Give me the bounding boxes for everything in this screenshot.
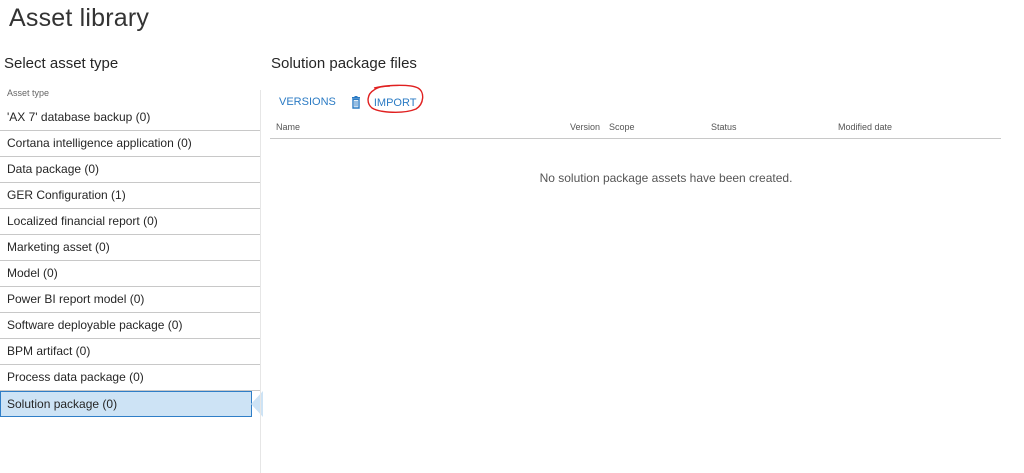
column-header-name[interactable]: Name [276, 122, 300, 132]
empty-state-message: No solution package assets have been cre… [539, 171, 793, 185]
asset-type-column-header: Asset type [7, 88, 50, 98]
solution-package-files-heading: Solution package files [271, 55, 417, 72]
column-header-status[interactable]: Status [711, 122, 737, 132]
asset-type-item[interactable]: Model (0) [0, 261, 260, 287]
column-header-version[interactable]: Version [570, 122, 600, 132]
asset-type-item[interactable]: Marketing asset (0) [0, 235, 260, 261]
asset-type-item[interactable]: Cortana intelligence application (0) [0, 131, 260, 157]
asset-type-item[interactable]: Localized financial report (0) [0, 209, 260, 235]
asset-type-pane: Select asset type Asset type 'AX 7' data… [0, 50, 263, 473]
select-asset-type-heading: Select asset type [4, 55, 119, 72]
asset-type-item[interactable]: Process data package (0) [0, 365, 260, 391]
asset-type-item[interactable]: 'AX 7' database backup (0) [0, 105, 260, 131]
asset-type-item[interactable]: GER Configuration (1) [0, 183, 260, 209]
import-button[interactable]: IMPORT [374, 97, 417, 109]
pane-divider [260, 90, 261, 473]
asset-type-list: 'AX 7' database backup (0) Cortana intel… [0, 105, 263, 417]
asset-type-item[interactable]: BPM artifact (0) [0, 339, 260, 365]
asset-type-item[interactable]: Software deployable package (0) [0, 313, 260, 339]
asset-type-item-selected[interactable]: Solution package (0) [0, 391, 263, 417]
trash-icon[interactable] [350, 95, 362, 109]
import-wrapper: IMPORT [367, 84, 424, 113]
column-header-modified-date[interactable]: Modified date [838, 122, 892, 132]
page-title: Asset library [9, 4, 150, 32]
versions-button[interactable]: VERSIONS [279, 96, 336, 108]
files-toolbar: VERSIONS IMPORT [270, 84, 424, 113]
asset-type-item[interactable]: Power BI report model (0) [0, 287, 260, 313]
column-header-scope[interactable]: Scope [609, 122, 635, 132]
asset-type-item[interactable]: Data package (0) [0, 157, 260, 183]
files-grid-header: Name Version Scope Status Modified date [270, 118, 1001, 139]
